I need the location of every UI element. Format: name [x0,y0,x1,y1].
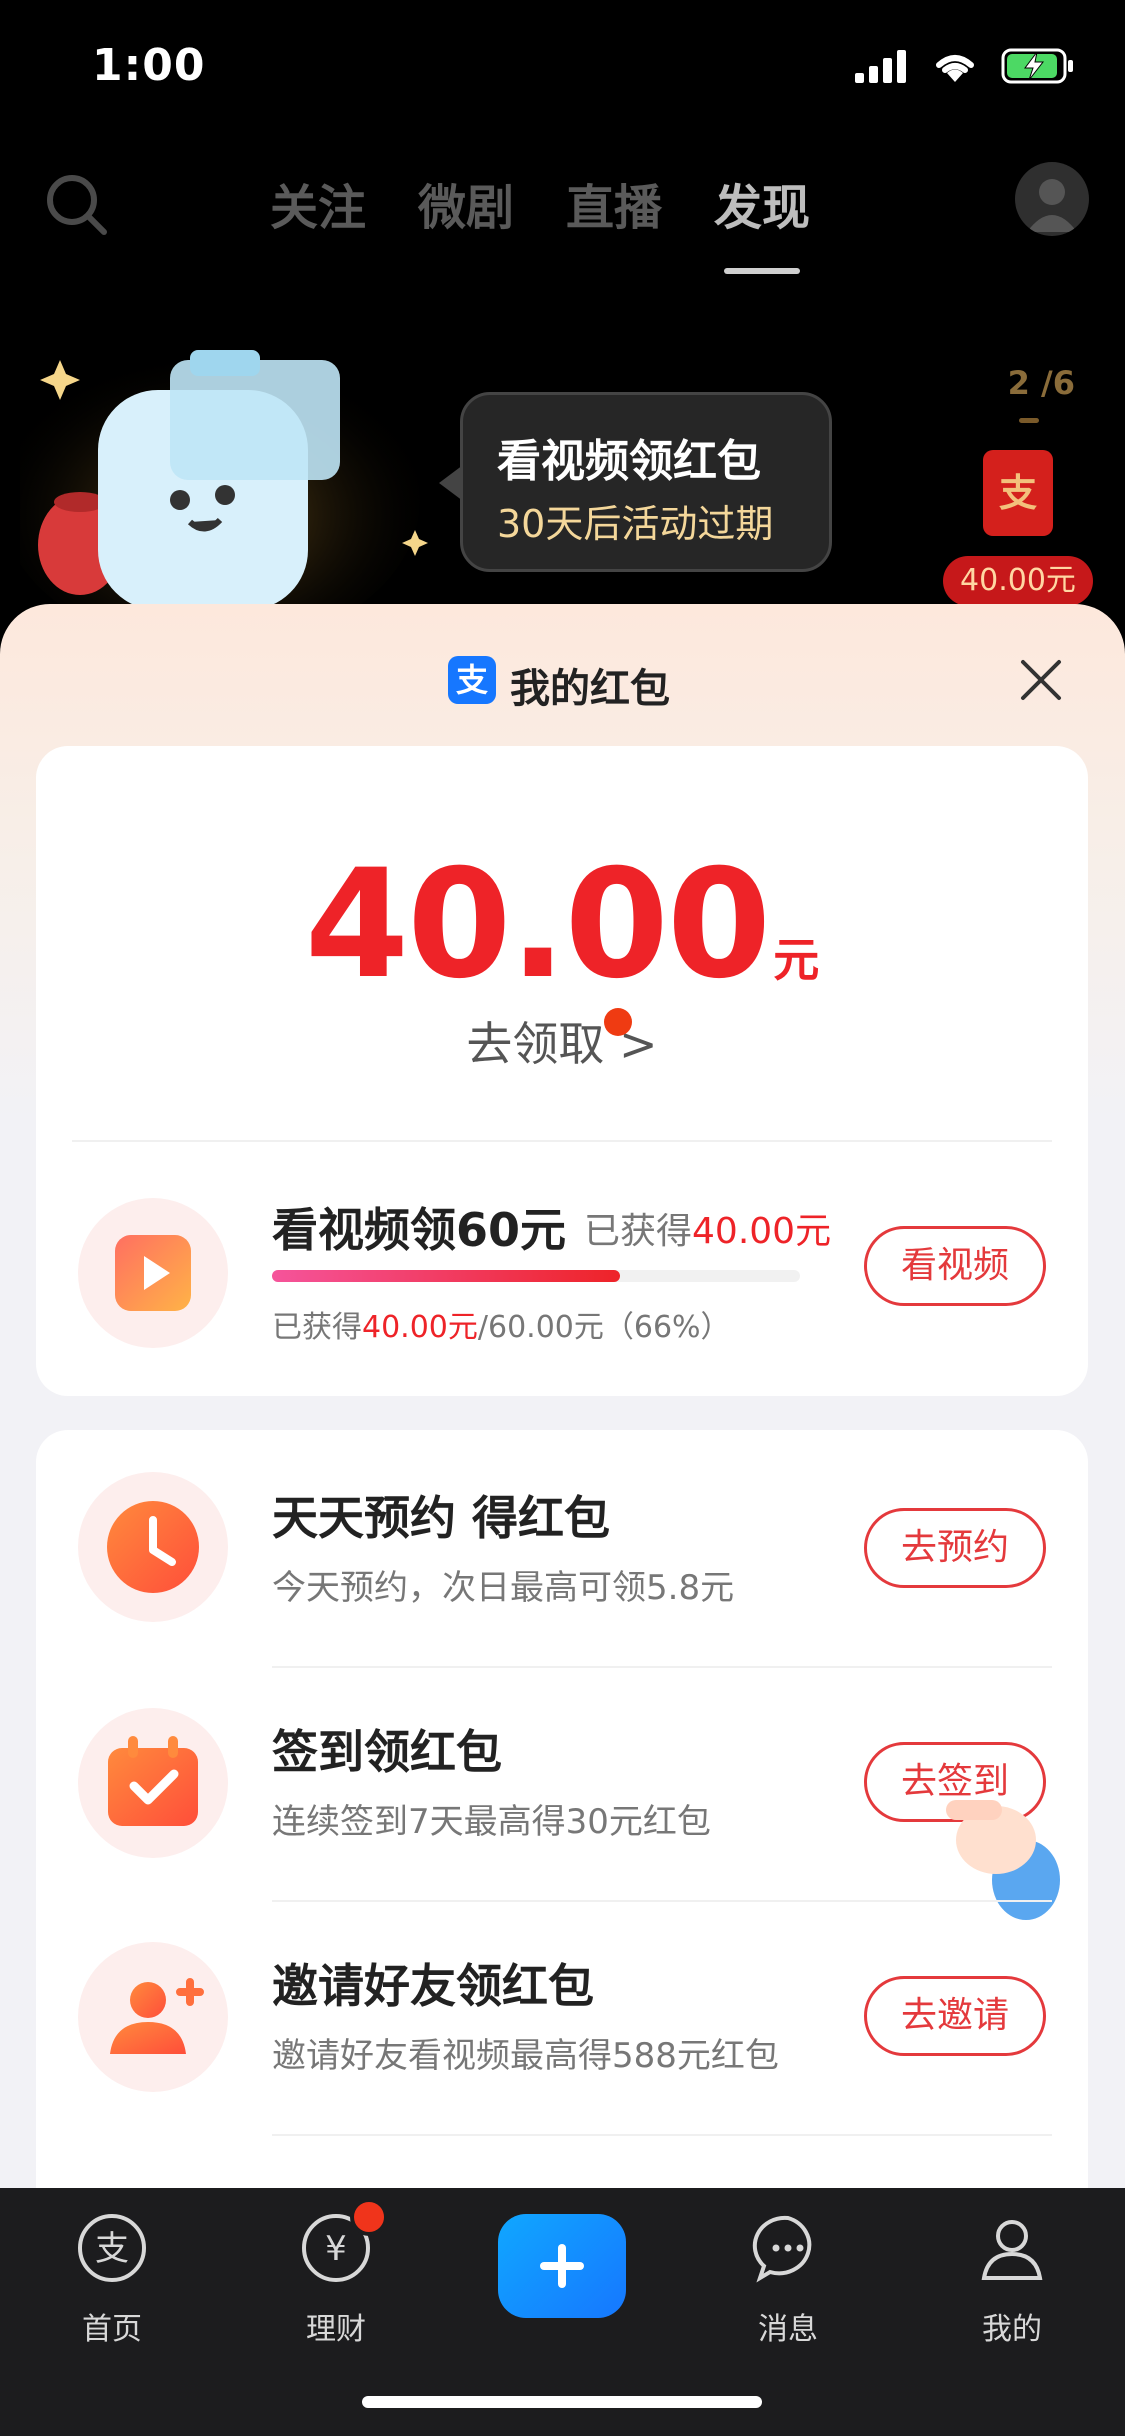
signal-icon [855,50,906,83]
invite-task-icon-bg [78,1942,228,2092]
balance-amount: 40.00元 [36,838,1088,1012]
tab-discover[interactable]: 发现 [714,168,810,274]
top-nav: 关注 微剧 直播 发现 [0,150,1125,274]
clock-icon [107,1501,199,1593]
play-video-icon [115,1235,191,1311]
plus-button[interactable] [498,2214,626,2318]
checkin-task-subtitle: 连续签到7天最高得30元红包 [272,1802,711,1842]
video-task-icon-bg [78,1198,228,1348]
user-avatar-icon [1027,179,1077,232]
person-icon [981,2220,1043,2280]
watch-video-button[interactable]: 看视频 [864,1226,1046,1306]
svg-text:¥: ¥ [325,2229,347,2269]
checkin-task-icon-bg [78,1708,228,1858]
status-bar: 1:00 [0,0,1125,140]
promo-subtitle: 30天后活动过期 [497,502,774,546]
nav-home-label: 首页 [82,2312,142,2347]
close-button[interactable] [1011,650,1071,710]
promo-bubble[interactable]: 看视频领红包 30天后活动过期 [439,392,832,572]
progress-suffix: /60.00元（66%） [477,1310,731,1345]
mascot-illustration [20,350,428,630]
page-indicator: 2 /6 [1007,364,1075,402]
invite-button[interactable]: 去邀请 [864,1976,1046,2056]
nav-home[interactable]: 支 首页 [32,2202,192,2348]
battery-charging-icon [1001,48,1073,84]
divider [72,1140,1052,1142]
nav-wealth[interactable]: ¥ 理财 [256,2202,416,2348]
nav-messages[interactable]: 消息 [708,2202,868,2348]
invite-friend-icon [110,1978,204,2054]
checkin-task-title: 签到领红包 [272,1725,502,1779]
plus-icon [540,2244,584,2288]
tab-live[interactable]: 直播 [566,168,662,238]
video-task-progress-text: 已获得40.00元/60.00元（66%） [272,1302,731,1346]
divider [272,1666,1052,1668]
wifi-icon [936,55,974,82]
sheet-title: 我的红包 [510,666,670,712]
svg-text:支: 支 [95,2229,129,2269]
promo-banner[interactable]: 看视频领红包 30天后活动过期 2 /6 支 40.00元 [0,320,1125,630]
video-task-earned: 已获得40.00元 [584,1202,831,1254]
red-envelope-icon[interactable]: 支 [983,450,1053,536]
video-task-earned-prefix: 已获得 [584,1211,693,1252]
alipay-logo-icon: 支 [448,656,496,704]
invite-task-title: 邀请好友领红包 [272,1959,594,2013]
feed-tabs: 关注 微剧 直播 发现 [270,168,810,274]
close-icon [1021,660,1061,700]
status-time: 1:00 [92,40,206,91]
divider [272,2134,1052,2136]
balance-unit: 元 [773,933,820,987]
notification-dot [604,1008,632,1036]
video-task-title: 看视频领60元 [272,1203,567,1257]
alipay-home-icon: 支 [78,2214,146,2282]
progress-value: 40.00元 [362,1310,478,1345]
chat-bubble-icon [752,2215,812,2283]
tab-follow[interactable]: 关注 [270,168,366,238]
video-task-earned-value: 40.00元 [692,1211,832,1252]
nav-me-label: 我的 [982,2312,1042,2347]
search-icon [47,175,107,235]
reserve-task-icon-bg [78,1472,228,1622]
reserve-button[interactable]: 去预约 [864,1508,1046,1588]
nav-messages-label: 消息 [758,2312,818,2347]
video-task-progress-bar [272,1270,800,1282]
sheet-header: 支 我的红包 [0,644,1125,724]
video-task-progress-fill [272,1270,621,1282]
promo-title: 看视频领红包 [497,436,761,487]
progress-prefix: 已获得 [272,1310,362,1345]
avatar[interactable] [1015,162,1089,236]
balance-value: 40.00 [304,838,771,1012]
red-envelope-sheet: 支 我的红包 40.00元 去领取 > 看视频领60元 已获得40.00元 已获… [0,604,1125,2436]
search-button[interactable] [42,170,112,240]
calendar-check-icon [108,1736,198,1826]
divider [272,1900,1052,1902]
pointing-hand-icon [946,1800,1060,1920]
page-indicator-dash [1019,418,1039,423]
wealth-badge-dot [350,2198,388,2236]
mini-amount-badge[interactable]: 40.00元 [943,556,1093,606]
claim-link[interactable]: 去领取 > [36,1008,1088,1074]
status-icons [855,48,1075,84]
nav-wealth-label: 理财 [306,2312,366,2347]
reserve-task-title: 天天预约 得红包 [272,1491,611,1545]
home-indicator [362,2396,762,2408]
reserve-task-subtitle: 今天预约，次日最高可领5.8元 [272,1568,735,1608]
invite-task-subtitle: 邀请好友看视频最高得588元红包 [272,2036,779,2076]
balance-card: 40.00元 去领取 > 看视频领60元 已获得40.00元 已获得40.00元… [36,746,1088,1396]
tab-mini-drama[interactable]: 微剧 [418,168,514,238]
nav-me[interactable]: 我的 [932,2202,1092,2348]
